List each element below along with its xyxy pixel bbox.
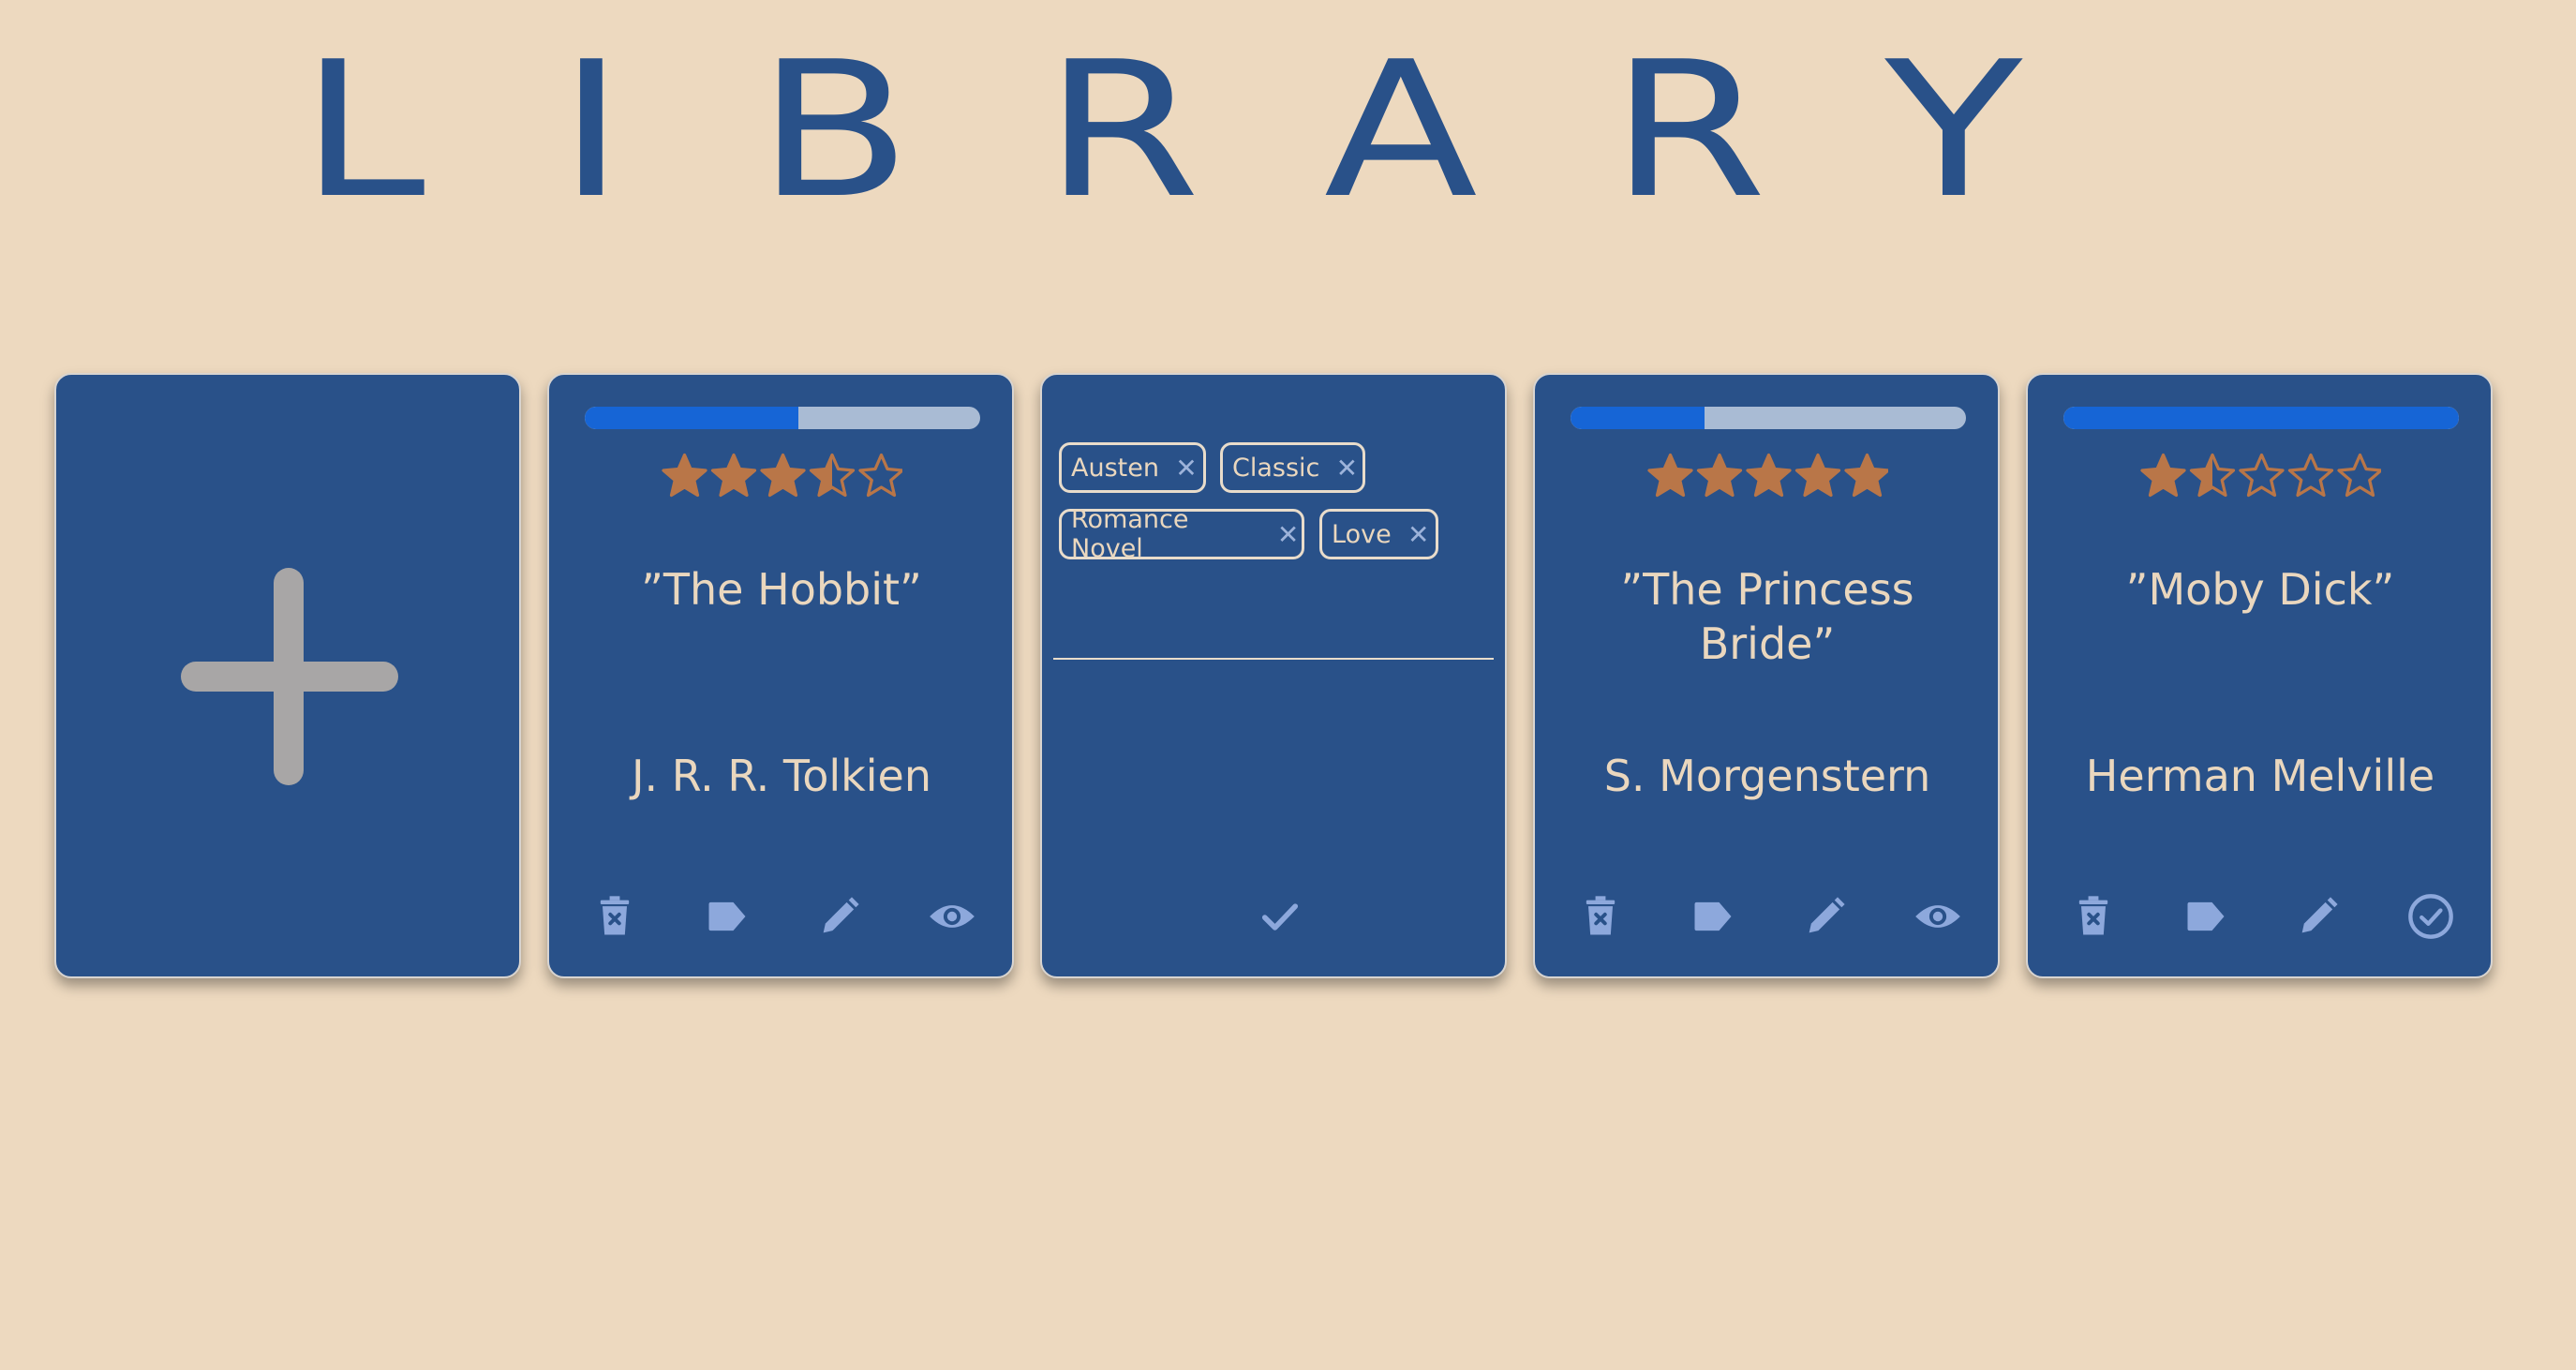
star-half-icon[interactable] [2189, 453, 2236, 498]
remove-tag-icon[interactable]: ✕ [1405, 519, 1433, 550]
tag-label: Romance Novel [1071, 505, 1189, 563]
star-rating[interactable] [2028, 450, 2491, 502]
star-rating[interactable] [549, 450, 1012, 502]
star-filled-icon[interactable] [662, 453, 707, 498]
star-empty-icon[interactable] [2337, 453, 2383, 498]
remove-tag-icon[interactable]: ✕ [1333, 453, 1361, 484]
book-title: ”The Princess Bride” [1620, 564, 1914, 669]
mark-read-button[interactable] [2401, 888, 2461, 945]
eye-icon [1915, 905, 1960, 928]
view-button[interactable] [922, 888, 982, 945]
tag-label: Love [1332, 519, 1392, 549]
tag-chip: Love ✕ [1319, 509, 1438, 559]
trash-icon [1586, 896, 1616, 935]
tag-chip: Austen ✕ [1059, 442, 1206, 493]
card-actions [2028, 888, 2491, 945]
remove-tag-icon[interactable]: ✕ [1172, 453, 1200, 484]
reading-progress-bar [2063, 407, 2459, 429]
pencil-icon [1809, 897, 1845, 933]
tag-button[interactable] [697, 888, 757, 945]
card-actions [549, 888, 1012, 945]
book-card: ”Moby Dick” Herman Melville [2026, 373, 2493, 978]
book-author: Herman Melville [2085, 751, 2435, 801]
reading-progress-bar [585, 407, 980, 429]
eye-icon [930, 905, 975, 928]
star-filled-icon[interactable] [760, 453, 806, 498]
page-title: LIBRARY [300, 22, 2155, 240]
star-filled-icon[interactable] [1696, 453, 1743, 498]
delete-button[interactable] [585, 888, 645, 945]
book-card: ”The Hobbit” J. R. R. Tolkien [547, 373, 1014, 978]
delete-button[interactable] [1571, 888, 1630, 945]
view-button[interactable] [1908, 888, 1968, 945]
star-filled-icon[interactable] [1647, 453, 1693, 498]
trash-icon [600, 896, 630, 935]
tag-editor-card: Austen ✕ Classic ✕ Romance Novel ✕ Love … [1040, 373, 1507, 978]
book-title: ”The Hobbit” [641, 564, 922, 615]
star-filled-icon[interactable] [1794, 453, 1841, 498]
book-title: ”Moby Dick” [2125, 564, 2395, 615]
add-book-card[interactable] [54, 373, 521, 978]
confirm-tags-button[interactable] [1252, 888, 1308, 945]
tag-icon [1694, 901, 1732, 931]
tag-icon [708, 901, 746, 931]
trash-icon [2078, 896, 2108, 935]
book-card: ”The Princess Bride” S. Morgenstern [1533, 373, 2000, 978]
edit-button[interactable] [2288, 888, 2348, 945]
star-filled-icon[interactable] [2140, 453, 2186, 498]
progress-fill [1571, 407, 1705, 429]
tag-chip: Classic ✕ [1220, 442, 1365, 493]
star-filled-icon[interactable] [1746, 453, 1792, 498]
star-empty-icon[interactable] [2287, 453, 2334, 498]
tag-icon [2187, 901, 2225, 931]
card-actions [1535, 888, 1998, 945]
check-circle-icon [2408, 894, 2453, 939]
delete-button[interactable] [2063, 888, 2123, 945]
star-empty-icon[interactable] [2239, 453, 2285, 498]
progress-fill [585, 407, 798, 429]
new-tag-input[interactable] [1053, 618, 1494, 660]
remove-tag-icon[interactable]: ✕ [1274, 519, 1302, 550]
tag-label: Classic [1232, 453, 1320, 483]
star-filled-icon[interactable] [710, 453, 757, 498]
star-half-icon[interactable] [809, 453, 856, 498]
edit-button[interactable] [1795, 888, 1855, 945]
star-empty-icon[interactable] [858, 453, 904, 498]
book-author: S. Morgenstern [1603, 751, 1931, 801]
tag-label: Austen [1071, 453, 1159, 483]
progress-fill [2063, 407, 2459, 429]
book-author: J. R. R. Tolkien [631, 751, 932, 801]
pencil-icon [2301, 897, 2338, 933]
tag-button[interactable] [1683, 888, 1743, 945]
check-icon [1261, 903, 1299, 931]
tag-chip: Romance Novel ✕ [1059, 505, 1304, 563]
star-rating[interactable] [1535, 450, 1998, 502]
edit-button[interactable] [810, 888, 870, 945]
star-filled-icon[interactable] [1844, 453, 1890, 498]
reading-progress-bar [1571, 407, 1966, 429]
pencil-icon [823, 897, 859, 933]
tag-button[interactable] [2176, 888, 2236, 945]
